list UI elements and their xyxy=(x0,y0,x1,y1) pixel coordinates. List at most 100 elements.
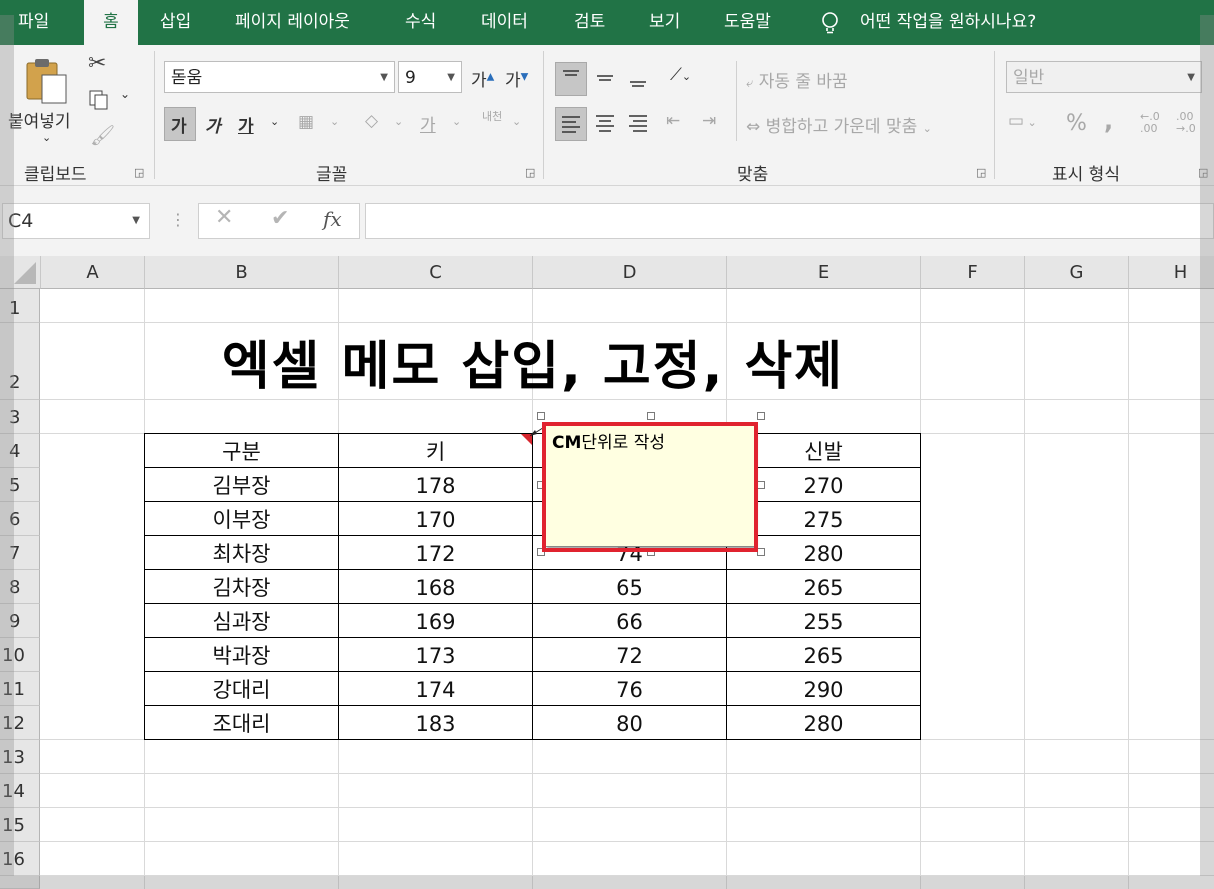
font-size-select[interactable]: 9 ▼ xyxy=(398,61,462,93)
clipboard-icon xyxy=(26,59,67,104)
align-bottom-icon[interactable] xyxy=(623,62,653,94)
tab-page-layout[interactable]: 페이지 레이아웃 xyxy=(235,0,350,45)
align-top-button[interactable] xyxy=(555,62,587,96)
column-header-e[interactable]: E xyxy=(727,256,921,289)
column-header-d[interactable]: D xyxy=(533,256,727,289)
table-cell[interactable]: 173 xyxy=(339,638,532,672)
decrease-indent-icon[interactable]: ⇤ xyxy=(666,111,680,131)
table-cell[interactable]: 174 xyxy=(339,672,532,706)
align-left-button[interactable] xyxy=(555,107,587,141)
increase-decimal-button[interactable]: ←.0 .00 xyxy=(1140,111,1160,135)
tab-review[interactable]: 검토 xyxy=(574,0,605,45)
tab-help[interactable]: 도움말 xyxy=(724,0,771,45)
table-header-cell[interactable]: 구분 xyxy=(145,434,338,468)
table-cell[interactable]: 65 xyxy=(533,570,726,604)
align-right-icon[interactable] xyxy=(623,107,653,139)
comma-button[interactable]: , xyxy=(1104,107,1113,135)
dialog-launcher-icon[interactable]: ◲ xyxy=(134,166,144,179)
align-center-icon[interactable] xyxy=(590,107,620,139)
italic-button[interactable]: 가 xyxy=(205,112,221,137)
formula-input[interactable] xyxy=(365,203,1214,239)
wrap-text-button[interactable]: ⤶ 자동 줄 바꿈 xyxy=(746,67,848,92)
table-cell[interactable]: 255 xyxy=(727,604,920,638)
table-cell[interactable]: 169 xyxy=(339,604,532,638)
table-cell[interactable]: 80 xyxy=(533,706,726,740)
table-cell[interactable]: 강대리 xyxy=(145,672,338,706)
tab-home[interactable]: 홈 xyxy=(84,0,138,45)
tab-view[interactable]: 보기 xyxy=(649,0,680,45)
paste-button[interactable]: 붙여넣기 ⌄ xyxy=(8,55,82,150)
column-header-b[interactable]: B xyxy=(145,256,339,289)
table-cell[interactable]: 170 xyxy=(339,502,532,536)
resize-handle[interactable] xyxy=(537,412,545,420)
resize-handle[interactable] xyxy=(757,548,765,556)
chevron-down-icon[interactable]: ⌄ xyxy=(512,115,521,128)
table-cell[interactable]: 290 xyxy=(727,672,920,706)
resize-handle[interactable] xyxy=(647,412,655,420)
table-cell[interactable]: 최차장 xyxy=(145,536,338,570)
insert-function-button[interactable]: fx xyxy=(323,207,342,231)
column-header-f[interactable]: F xyxy=(921,256,1025,289)
gridline xyxy=(1128,289,1129,889)
resize-handle[interactable] xyxy=(757,481,765,489)
worksheet-grid: A B C D E F G H 1 2 3 4 5 6 7 8 9 10 11 … xyxy=(0,256,1214,889)
table-header-cell[interactable]: 키 xyxy=(339,434,532,468)
table-cell[interactable]: 이부장 xyxy=(145,502,338,536)
tab-data[interactable]: 데이터 xyxy=(481,0,528,45)
phonetic-button[interactable]: 내천 xyxy=(482,111,504,123)
dialog-launcher-icon[interactable]: ◲ xyxy=(976,166,986,179)
table-cell[interactable]: 178 xyxy=(339,468,532,502)
font-size-value: 9 xyxy=(405,68,416,88)
merge-center-button[interactable]: ⇔ 병합하고 가운데 맞춤 ⌄ xyxy=(746,112,932,137)
grow-font-button[interactable]: 가▲ xyxy=(471,66,494,91)
table-cell[interactable]: 72 xyxy=(533,638,726,672)
tab-formulas[interactable]: 수식 xyxy=(405,0,436,45)
gridline xyxy=(40,807,1214,808)
table-cell[interactable]: 심과장 xyxy=(145,604,338,638)
format-painter-icon[interactable]: 🖌 xyxy=(90,123,115,147)
table-cell[interactable]: 김부장 xyxy=(145,468,338,502)
number-format-select[interactable]: 일반 ▼ xyxy=(1006,61,1202,93)
table-cell[interactable]: 183 xyxy=(339,706,532,740)
table-cell[interactable]: 김차장 xyxy=(145,570,338,604)
chevron-down-icon[interactable]: ⌄ xyxy=(394,115,403,128)
table-cell[interactable]: 265 xyxy=(727,570,920,604)
underline-button[interactable]: 가 xyxy=(238,112,254,137)
currency-icon[interactable]: ▭ ⌄ xyxy=(1008,111,1037,131)
column-header-g[interactable]: G xyxy=(1025,256,1129,289)
border-icon[interactable]: ▦ xyxy=(298,112,314,132)
decrease-decimal-button[interactable]: .00 →.0 xyxy=(1176,111,1196,135)
tab-file[interactable]: 파일 xyxy=(18,0,49,45)
table-cell[interactable]: 168 xyxy=(339,570,532,604)
enter-icon[interactable]: ✔ xyxy=(271,206,289,231)
orientation-icon[interactable]: ⟋⌄ xyxy=(670,65,691,85)
copy-button[interactable]: ⌄ xyxy=(88,87,136,111)
chevron-down-icon[interactable]: ⌄ xyxy=(270,115,279,128)
increase-indent-icon[interactable]: ⇥ xyxy=(702,111,716,131)
cut-icon[interactable]: ✂ xyxy=(88,51,106,76)
percent-button[interactable]: % xyxy=(1066,111,1087,136)
table-cell[interactable]: 172 xyxy=(339,536,532,570)
table-cell[interactable]: 박과장 xyxy=(145,638,338,672)
dialog-launcher-icon[interactable]: ◲ xyxy=(525,166,535,179)
name-box[interactable]: C4 ▼ xyxy=(2,203,150,239)
gridline xyxy=(40,773,1214,774)
table-cell[interactable]: 265 xyxy=(727,638,920,672)
bold-button[interactable]: 가 xyxy=(171,112,187,137)
column-header-a[interactable]: A xyxy=(41,256,145,289)
cancel-icon[interactable]: ✕ xyxy=(215,205,233,230)
table-cell[interactable]: 66 xyxy=(533,604,726,638)
chevron-down-icon[interactable]: ⌄ xyxy=(330,115,339,128)
resize-handle[interactable] xyxy=(757,412,765,420)
fill-color-icon[interactable]: ◇ xyxy=(365,111,378,131)
font-color-button[interactable]: 가 xyxy=(420,111,436,136)
tab-insert[interactable]: 삽입 xyxy=(160,0,191,45)
chevron-down-icon[interactable]: ⌄ xyxy=(452,115,461,128)
font-name-select[interactable]: 돋움 ▼ xyxy=(164,61,395,93)
column-header-c[interactable]: C xyxy=(339,256,533,289)
shrink-font-button[interactable]: 가▼ xyxy=(505,66,528,91)
table-cell[interactable]: 280 xyxy=(727,706,920,740)
table-cell[interactable]: 76 xyxy=(533,672,726,706)
align-middle-icon[interactable] xyxy=(590,62,620,94)
table-cell[interactable]: 조대리 xyxy=(145,706,338,740)
